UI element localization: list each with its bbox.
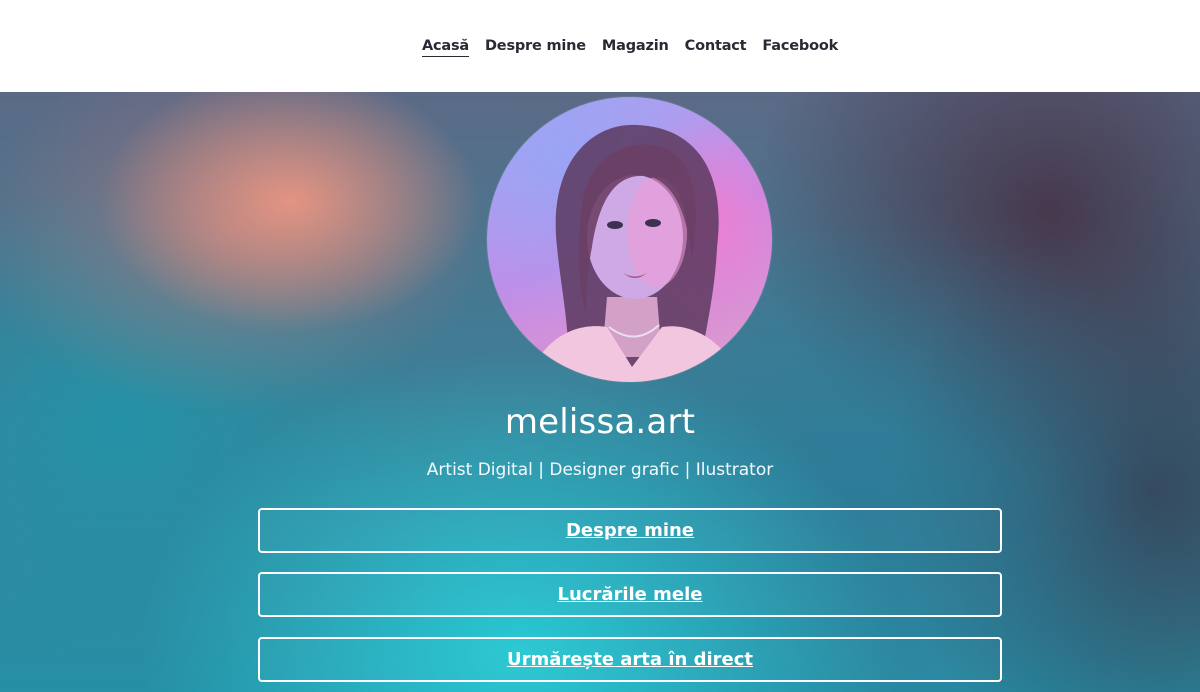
watch-live-art-button[interactable]: Urmărește arta în direct <box>258 637 1002 682</box>
nav-item-despre-mine: Despre mine <box>485 37 586 55</box>
nav-link-despre-mine[interactable]: Despre mine <box>485 38 586 56</box>
nav-link-acasa[interactable]: Acasă <box>421 38 469 57</box>
avatar-portrait-image <box>527 124 742 382</box>
profile-name: melissa.art <box>504 402 696 442</box>
nav-item-facebook: Facebook <box>762 37 838 55</box>
about-me-button[interactable]: Despre mine <box>258 508 1002 553</box>
nav-link-facebook[interactable]: Facebook <box>762 38 838 56</box>
hero-section: melissa.art Artist Digital | Designer gr… <box>0 92 1200 692</box>
nav-item-acasa: Acasă <box>421 37 469 57</box>
top-navigation: Acasă Despre mine Magazin Contact Facebo… <box>0 0 1200 92</box>
nav-item-contact: Contact <box>685 37 747 55</box>
nav-item-magazin: Magazin <box>602 37 669 55</box>
profile-tagline: Artist Digital | Designer grafic | Ilust… <box>426 460 774 480</box>
nav-menu: Acasă Despre mine Magazin Contact Facebo… <box>421 37 838 57</box>
profile-avatar <box>487 97 772 382</box>
nav-link-contact[interactable]: Contact <box>685 38 747 56</box>
nav-link-magazin[interactable]: Magazin <box>602 38 669 56</box>
my-works-button[interactable]: Lucrările mele <box>258 572 1002 617</box>
